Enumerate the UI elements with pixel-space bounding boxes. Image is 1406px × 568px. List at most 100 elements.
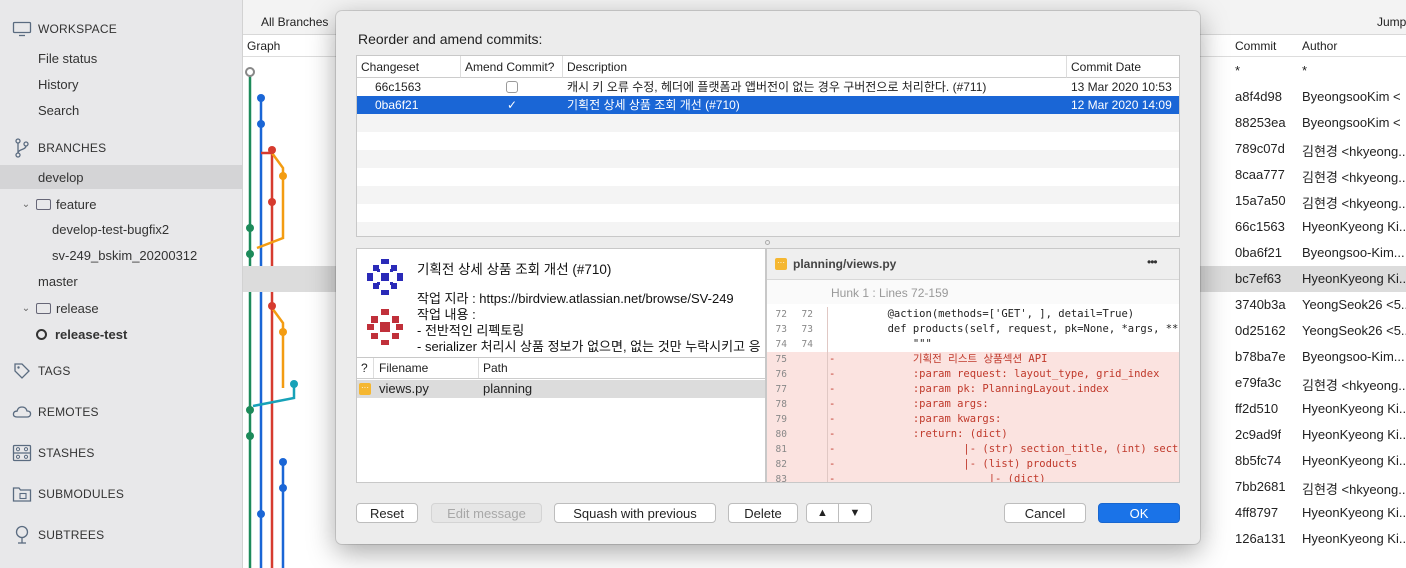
diff-code: :param pk: PlanningLayout.index [837,383,1109,395]
cloud-icon [12,403,32,421]
amend-checkbox-checked[interactable]: ✓ [506,99,518,111]
current-branch-icon [36,328,47,340]
diff-marker: - [829,353,836,365]
file-row[interactable]: ··· views.py planning [357,380,765,398]
diff-line-deleted: 81 - |- (str) section_title, (int) sectio… [767,442,1179,457]
modified-file-icon: ··· [359,383,371,395]
move-up-button[interactable]: ▲ [806,503,839,523]
gutter-divider [827,307,828,322]
sidebar-item-release-folder[interactable]: ⌄ release [0,296,242,320]
branches-label: BRANCHES [38,141,107,155]
sidebar-item-label: release-test [55,326,128,342]
empty-row [357,132,1179,150]
tags-header[interactable]: TAGS [12,360,71,382]
date-column-header[interactable]: Commit Date [1067,56,1179,78]
old-line-number: 78 [775,399,787,410]
sidebar-item-history[interactable]: History [0,72,242,96]
diff-marker: - [829,443,836,455]
commit-hash: 66c1563 [1235,219,1285,234]
graph-column-header[interactable]: Graph [247,36,280,56]
branches-header[interactable]: BRANCHES [12,137,106,159]
old-line-number: 75 [775,354,787,365]
branch-filter-dropdown[interactable]: All Branches [261,15,328,29]
chevron-down-icon[interactable]: ⌄ [20,199,32,210]
more-options-icon[interactable]: ••• [1147,255,1158,269]
cancel-button[interactable]: Cancel [1004,503,1086,523]
diff-marker: - [829,473,836,483]
commit-author: HyeonKyeong Ki... [1302,505,1406,520]
diff-marker: - [829,413,836,425]
commit-author: ByeongsooKim < [1302,89,1401,104]
changeset-column-header[interactable]: Changeset [357,56,461,78]
status-column-header[interactable]: ? [361,361,368,375]
commit-hash: 15a7a50 [1235,193,1286,208]
changeset-cell: 0ba6f21 [375,98,419,112]
subtrees-header[interactable]: SUBTREES [12,524,104,546]
diff-code: """ [837,338,932,350]
workspace-label: WORKSPACE [38,22,117,36]
subtree-icon [12,525,32,544]
commit-row-selected[interactable]: 0ba6f21 ✓ 기획전 상세 상품 조회 개선 (#710) 12 Mar … [357,96,1179,114]
sidebar-item-sv-249[interactable]: sv-249_bskim_20200312 [0,243,242,267]
submodules-header[interactable]: SUBMODULES [12,483,124,505]
delete-button[interactable]: Delete [728,503,798,523]
path-column-header[interactable]: Path [483,361,508,375]
reset-button[interactable]: Reset [356,503,418,523]
commit-author: YeongSeok26 <5... [1302,297,1406,312]
commit-author: HyeonKyeong Ki... [1302,427,1406,442]
commit-author: HyeonKyeong Ki... [1302,531,1406,546]
file-list-header: ? Filename Path [357,358,765,379]
sidebar-item-label: develop [38,169,84,185]
new-line-number: 72 [801,309,813,320]
description-column-header[interactable]: Description [563,56,1067,78]
jump-button[interactable]: Jump [1377,15,1406,29]
commit-column-header[interactable]: Commit [1235,36,1276,56]
diff-line-context: 73 73 def products(self, request, pk=None… [767,322,1179,337]
amend-checkbox[interactable] [506,81,518,93]
sidebar-item-develop[interactable]: develop [0,165,242,189]
chevron-down-icon[interactable]: ⌄ [20,303,32,314]
author-column-header[interactable]: Author [1302,36,1337,56]
sidebar-item-label: File status [38,50,98,66]
sidebar-item-master[interactable]: master [0,269,242,293]
sidebar-item-feature-folder[interactable]: ⌄ feature [0,192,242,216]
commit-author: * [1302,63,1308,78]
file-name: views.py [379,381,429,396]
ok-button[interactable]: OK [1098,503,1180,523]
stashes-header[interactable]: STASHES [12,442,95,464]
squash-with-previous-button[interactable]: Squash with previous [554,503,716,523]
sidebar-item-release-test[interactable]: release-test [0,322,242,346]
commit-row[interactable]: 66c1563 캐시 키 오류 수정, 헤더에 플랫폼과 앱버전이 없는 경우 … [357,78,1179,96]
old-line-number: 81 [775,444,787,455]
diff-marker: - [829,428,836,440]
folder-icon [36,302,51,314]
author-avatar [365,307,405,347]
commit-author: HyeonKyeong Ki... [1302,453,1406,468]
description-cell: 기획전 상세 상품 조회 개선 (#710) [567,98,740,112]
split-handle[interactable] [765,240,770,245]
sidebar-item-develop-test-bugfix2[interactable]: develop-test-bugfix2 [0,217,242,241]
commit-hash: * [1235,63,1241,78]
remotes-header[interactable]: REMOTES [12,401,99,423]
file-path: planning [483,381,533,396]
diff-line-context: 74 74 """ [767,337,1179,352]
diff-line-deleted: 75 - 기획전 리스트 상품섹션 API [767,352,1179,367]
old-line-number: 79 [775,414,787,425]
gutter-divider [827,457,828,472]
old-line-number: 80 [775,429,787,440]
amend-column-header[interactable]: Amend Commit? [461,56,563,78]
commit-table[interactable]: Changeset Amend Commit? Description Comm… [356,55,1180,237]
filename-column-header[interactable]: Filename [379,361,428,375]
diff-code: :param args: [837,398,989,410]
commit-author: 김현경 <hkyeong... [1302,482,1406,497]
diff-line-deleted: 78 - :param args: [767,397,1179,412]
sidebar-item-search[interactable]: Search [0,98,242,122]
changeset-cell: 66c1563 [375,80,422,94]
edit-message-button[interactable]: Edit message [431,503,542,523]
sidebar-item-file-status[interactable]: File status [0,46,242,70]
sidebar: WORKSPACE File status History Search BRA… [0,0,243,568]
workspace-header[interactable]: WORKSPACE [12,18,117,40]
move-down-button[interactable]: ▼ [838,503,872,523]
commit-hash: 4ff8797 [1235,505,1279,520]
branch-icon [12,138,32,158]
